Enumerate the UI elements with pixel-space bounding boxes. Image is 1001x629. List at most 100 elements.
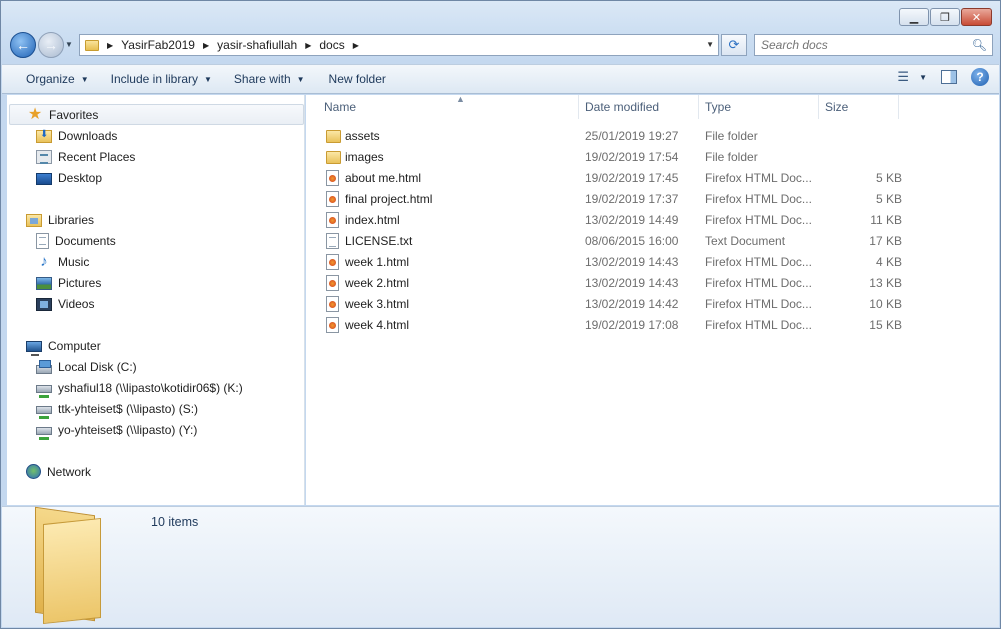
help-icon[interactable]: ? — [971, 68, 989, 86]
file-row[interactable]: index.html 13/02/2019 14:49 Firefox HTML… — [322, 210, 902, 231]
file-date: 19/02/2019 17:08 — [585, 318, 679, 332]
nav-label: Network — [47, 464, 92, 479]
file-row[interactable]: week 3.html 13/02/2019 14:42 Firefox HTM… — [322, 294, 902, 315]
file-list: Name ▲ Date modified Type Size assets 25… — [306, 94, 999, 505]
text-file-icon — [326, 233, 339, 249]
nav-documents[interactable]: Documents — [36, 230, 116, 251]
nav-drive-s[interactable]: ttk-yhteiset$ (\\lipasto) (S:) — [36, 398, 198, 419]
nav-libraries[interactable]: Libraries — [26, 209, 94, 230]
new-folder-button[interactable]: New folder — [321, 67, 394, 91]
network-drive-icon — [36, 385, 52, 398]
file-row[interactable]: assets 25/01/2019 19:27 File folder — [322, 126, 902, 147]
column-header-date-modified[interactable]: Date modified — [579, 95, 699, 119]
nav-label: Videos — [58, 296, 95, 311]
videos-icon — [36, 298, 52, 311]
chevron-down-icon: ▼ — [919, 72, 927, 82]
file-type: Firefox HTML Doc... — [705, 276, 812, 290]
nav-pictures[interactable]: Pictures — [36, 272, 101, 293]
file-date: 13/02/2019 14:43 — [585, 276, 679, 290]
local-disk-icon — [36, 360, 52, 374]
file-row[interactable]: about me.html 19/02/2019 17:45 Firefox H… — [322, 168, 902, 189]
nav-favorites[interactable]: ★ Favorites — [9, 104, 304, 125]
nav-music[interactable]: ♪ Music — [36, 251, 89, 272]
file-name: week 4.html — [345, 318, 410, 332]
change-view-button[interactable]: ☰ ▼ — [897, 69, 927, 85]
column-header-label: Type — [705, 100, 732, 114]
file-type: Firefox HTML Doc... — [705, 255, 812, 269]
nav-network[interactable]: Network — [26, 461, 91, 482]
details-pane: 10 items — [2, 506, 999, 627]
file-type: Firefox HTML Doc... — [705, 297, 812, 311]
file-row[interactable]: LICENSE.txt 08/06/2015 16:00 Text Docume… — [322, 231, 902, 252]
file-row[interactable]: week 2.html 13/02/2019 14:43 Firefox HTM… — [322, 273, 902, 294]
file-size: 10 KB — [869, 297, 902, 311]
file-date: 19/02/2019 17:54 — [585, 150, 679, 164]
nav-drive-y[interactable]: yo-yhteiset$ (\\lipasto) (Y:) — [36, 419, 197, 440]
nav-downloads[interactable]: Downloads — [36, 125, 117, 146]
breadcrumb-item[interactable]: yasir-shafiullah — [217, 38, 297, 52]
file-size: 13 KB — [869, 276, 902, 290]
file-row[interactable]: images 19/02/2019 17:54 File folder — [322, 147, 902, 168]
nav-local-disk[interactable]: Local Disk (C:) — [36, 356, 137, 377]
include-in-library-button[interactable]: Include in library ▼ — [103, 67, 220, 91]
nav-label: Documents — [55, 233, 116, 248]
organize-button[interactable]: Organize ▼ — [18, 67, 97, 91]
breadcrumb-separator-icon[interactable]: ▶ — [353, 41, 359, 50]
html-file-icon — [326, 212, 339, 228]
file-size: 4 KB — [875, 255, 902, 269]
toolbar-right: ☰ ▼ ? — [897, 68, 989, 86]
breadcrumb-separator-icon[interactable]: ▶ — [203, 41, 209, 50]
file-name: week 1.html — [345, 255, 410, 269]
forward-button[interactable]: → — [38, 32, 64, 58]
nav-computer[interactable]: Computer — [26, 335, 101, 356]
refresh-icon: ⟳ — [728, 37, 740, 52]
file-row[interactable]: week 1.html 13/02/2019 14:43 Firefox HTM… — [322, 252, 902, 273]
caption-buttons: ▁ ❐ ✕ — [899, 8, 992, 26]
file-row[interactable]: week 4.html 19/02/2019 17:08 Firefox HTM… — [322, 315, 902, 336]
nav-label: Local Disk (C:) — [58, 359, 137, 374]
nav-videos[interactable]: Videos — [36, 293, 94, 314]
file-date: 19/02/2019 17:45 — [585, 171, 679, 185]
nav-drive-k[interactable]: yshafiul18 (\\lipasto\kotidir06$) (K:) — [36, 377, 243, 398]
file-type: Text Document — [705, 234, 786, 248]
explorer-window: ▁ ❐ ✕ ← → ▼ ▶ YasirFab2019 ▶ yasir-shafi… — [0, 0, 1001, 629]
file-row[interactable]: final project.html 19/02/2019 17:37 Fire… — [322, 189, 902, 210]
nav-recent-places[interactable]: Recent Places — [36, 146, 135, 167]
address-dropdown-icon[interactable]: ▼ — [706, 40, 714, 49]
minimize-button[interactable]: ▁ — [899, 8, 929, 26]
share-with-button[interactable]: Share with ▼ — [226, 67, 313, 91]
file-name: final project.html — [345, 192, 433, 206]
command-bar: Organize ▼ Include in library ▼ Share wi… — [2, 64, 999, 94]
search-input[interactable] — [761, 38, 961, 52]
nav-label: Favorites — [49, 107, 99, 122]
back-button[interactable]: ← — [10, 32, 36, 58]
breadcrumb-separator-icon[interactable]: ▶ — [305, 41, 311, 50]
file-type: Firefox HTML Doc... — [705, 171, 812, 185]
column-header-type[interactable]: Type — [699, 95, 819, 119]
file-type: Firefox HTML Doc... — [705, 318, 812, 332]
navigation-pane: ★ Favorites Downloads Recent Places Desk… — [7, 95, 305, 505]
star-icon: ★ — [27, 105, 43, 123]
recent-pages-dropdown-icon[interactable]: ▼ — [65, 40, 73, 49]
include-in-library-label: Include in library — [110, 72, 198, 86]
nav-desktop[interactable]: Desktop — [36, 167, 102, 188]
preview-pane-icon[interactable] — [941, 70, 957, 84]
refresh-button[interactable]: ⟳ — [721, 34, 747, 56]
close-button[interactable]: ✕ — [961, 8, 992, 26]
file-type: File folder — [705, 129, 758, 143]
folder-icon — [85, 39, 99, 51]
search-box[interactable]: 🔍︎ — [754, 34, 993, 56]
search-icon[interactable]: 🔍︎ — [972, 38, 987, 52]
breadcrumb-separator-icon[interactable]: ▶ — [107, 41, 113, 50]
column-header-name[interactable]: Name ▲ — [318, 94, 579, 119]
file-name: index.html — [345, 213, 400, 227]
organize-label: Organize — [26, 72, 75, 86]
maximize-button[interactable]: ❐ — [930, 8, 960, 26]
breadcrumb-item[interactable]: YasirFab2019 — [121, 38, 195, 52]
html-file-icon — [326, 254, 339, 270]
nav-label: Computer — [48, 338, 101, 353]
column-header-size[interactable]: Size — [819, 95, 899, 119]
html-file-icon — [326, 296, 339, 312]
breadcrumb-item[interactable]: docs — [319, 38, 344, 52]
address-bar[interactable]: ▶ YasirFab2019 ▶ yasir-shafiullah ▶ docs… — [79, 34, 719, 56]
